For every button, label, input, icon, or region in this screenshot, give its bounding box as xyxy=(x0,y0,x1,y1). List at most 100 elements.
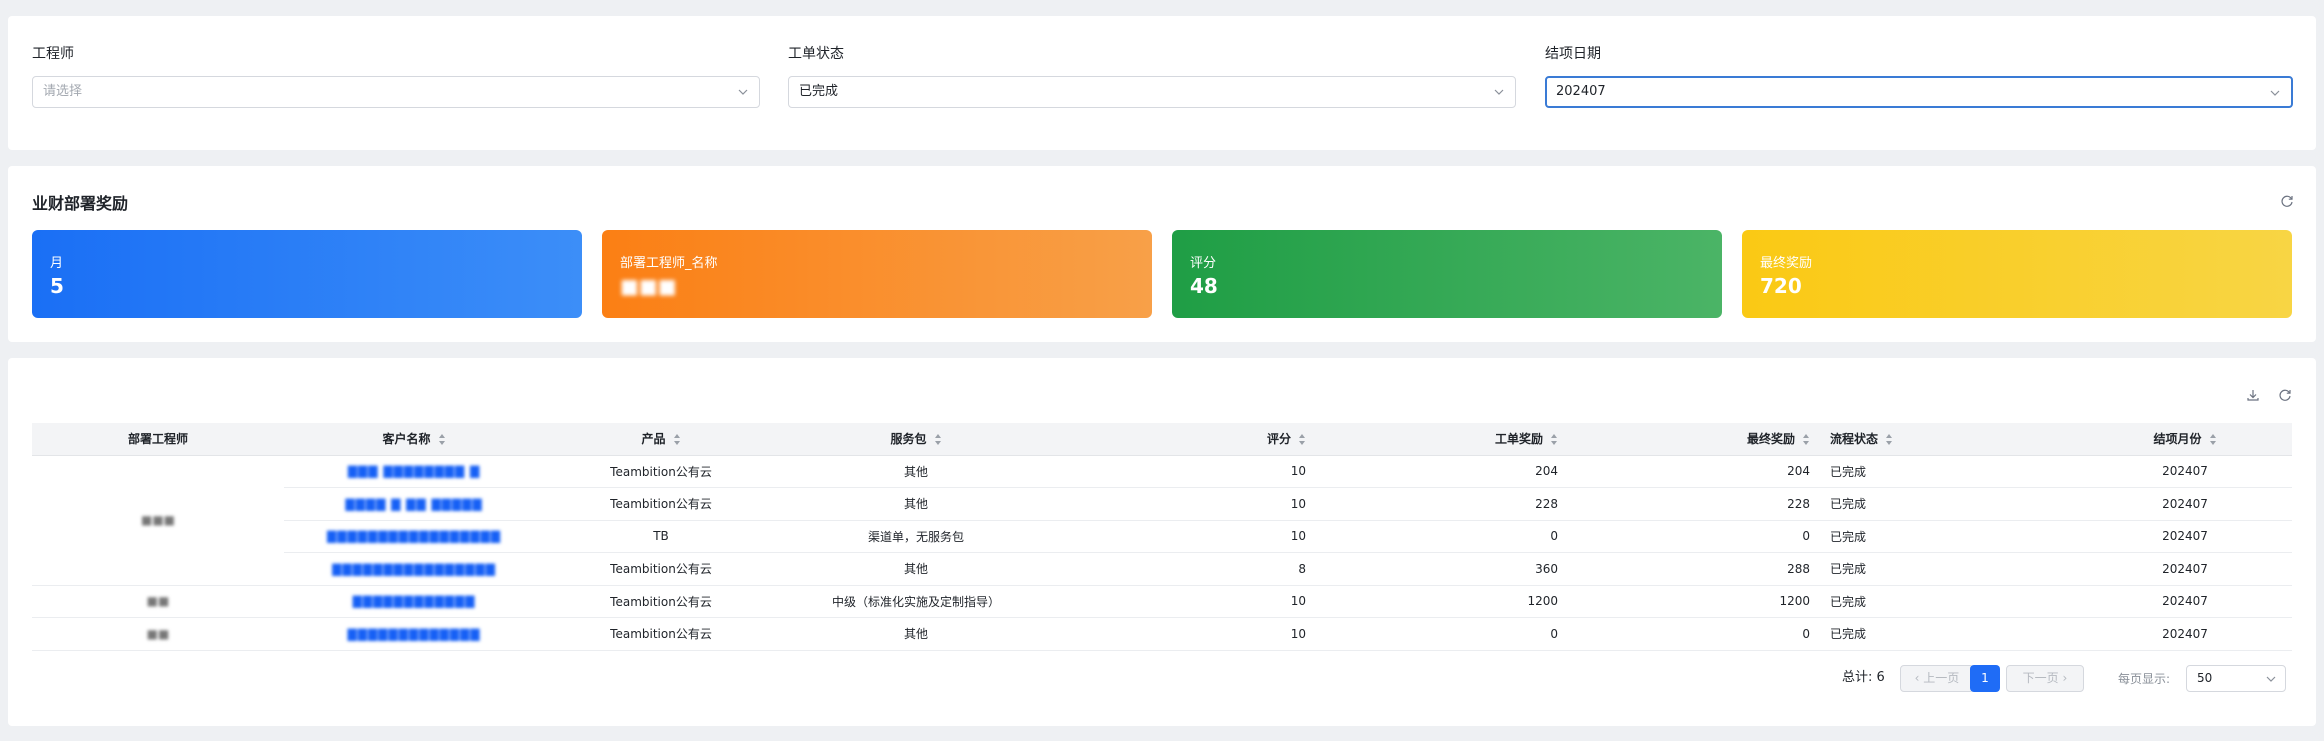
column-header-product[interactable]: 产品 xyxy=(544,423,778,456)
download-icon[interactable] xyxy=(2246,388,2260,402)
chevron-left-icon: ‹ xyxy=(1914,671,1924,685)
final-reward-cell: 0 xyxy=(1574,520,1826,553)
final-reward-cell: 204 xyxy=(1574,455,1826,488)
column-header-package[interactable]: 服务包 xyxy=(778,423,1054,456)
customer-cell[interactable]: ▇▇▇▇▇▇▇▇▇▇▇▇▇ xyxy=(284,617,544,651)
engineer-filter-label: 工程师 xyxy=(32,46,74,62)
kpi-tile-label: 月 xyxy=(50,256,64,271)
kpi-tile-value: 720 xyxy=(1760,274,1802,298)
product-cell: Teambition公有云 xyxy=(544,487,778,521)
column-header-final-reward[interactable]: 最终奖励 xyxy=(1574,423,1826,456)
engineer-cell: ■■ xyxy=(32,617,284,651)
month-cell: 202407 xyxy=(2078,487,2292,521)
date-filter: 结项日期 202407 xyxy=(1545,44,2293,108)
customer-link[interactable]: ▇▇▇▇▇▇▇▇▇▇▇▇▇▇▇▇▇ xyxy=(327,529,501,543)
package-cell: 中级（标准化实施及定制指导） xyxy=(778,585,1054,618)
column-header-label: 客户名称 xyxy=(382,432,431,447)
order-reward-cell: 228 xyxy=(1322,487,1574,521)
data-table: 部署工程师 客户名称 产品 服务包 评分 工单奖励 最终奖励 流程状态 结项月份… xyxy=(32,423,2292,651)
final-reward-cell: 0 xyxy=(1574,617,1826,651)
column-header-month[interactable]: 结项月份 xyxy=(2078,423,2292,456)
engineer-select[interactable]: 请选择 xyxy=(32,76,760,108)
package-cell: 其他 xyxy=(778,487,1054,521)
column-header-label: 结项月份 xyxy=(2153,432,2202,447)
page-size-select[interactable]: 50 xyxy=(2186,665,2286,692)
customer-cell[interactable]: ▇▇▇▇ ▇ ▇▇ ▇▇▇▇▇ xyxy=(284,487,544,521)
column-header-order-reward[interactable]: 工单奖励 xyxy=(1322,423,1574,456)
date-filter-label: 结项日期 xyxy=(1545,46,1601,62)
sort-icon[interactable] xyxy=(2209,434,2217,446)
engineer-filter: 工程师 请选择 xyxy=(32,44,760,108)
sort-icon[interactable] xyxy=(1803,434,1810,446)
customer-link[interactable]: ▇▇▇▇▇▇▇▇▇▇▇▇ xyxy=(353,594,476,608)
order-reward-cell: 360 xyxy=(1322,552,1574,586)
sort-icon[interactable] xyxy=(1551,434,1558,446)
kpi-tile-label: 最终奖励 xyxy=(1760,256,1813,271)
column-header-score[interactable]: 评分 xyxy=(1054,423,1322,456)
score-cell: 10 xyxy=(1054,487,1322,521)
table-row: ▇▇▇▇ ▇ ▇▇ ▇▇▇▇▇ Teambition公有云 其他 10 228 … xyxy=(32,487,2292,521)
customer-cell[interactable]: ▇▇▇▇▇▇▇▇▇▇▇▇▇▇▇▇ xyxy=(284,552,544,586)
column-header-customer[interactable]: 客户名称 xyxy=(284,423,544,456)
status-cell: 已完成 xyxy=(1826,520,2078,553)
pagination-total: 总计: 6 xyxy=(1842,670,1885,685)
status-select-value: 已完成 xyxy=(799,84,839,99)
month-cell: 202407 xyxy=(2078,455,2292,488)
kpi-tile-value: ■■■ xyxy=(620,274,677,298)
kpi-tile-label: 评分 xyxy=(1190,256,1217,271)
status-select[interactable]: 已完成 xyxy=(788,76,1516,108)
table-row: ■■■ ▇▇▇ ▇▇▇▇▇▇▇▇ ▇ Teambition公有云 其他 10 2… xyxy=(32,455,2292,586)
status-filter: 工单状态 已完成 xyxy=(788,44,1516,108)
kpi-panel: 业财部署奖励 月 5 部署工程师_名称 ■■■ 评分 48 最终奖励 720 xyxy=(8,166,2316,342)
month-cell: 202407 xyxy=(2078,617,2292,651)
score-cell: 10 xyxy=(1054,617,1322,651)
customer-cell[interactable]: ▇▇▇▇▇▇▇▇▇▇▇▇ xyxy=(284,585,544,618)
filter-panel: 工程师 请选择 工单状态 已完成 结项日期 202407 xyxy=(8,16,2316,150)
sort-icon[interactable] xyxy=(1886,434,1893,446)
final-reward-cell: 1200 xyxy=(1574,585,1826,618)
column-header-label: 产品 xyxy=(641,432,666,447)
status-cell: 已完成 xyxy=(1826,487,2078,521)
score-cell: 10 xyxy=(1054,520,1322,553)
date-select-value: 202407 xyxy=(1556,84,1606,99)
sort-icon[interactable] xyxy=(934,434,942,446)
column-header-status[interactable]: 流程状态 xyxy=(1826,423,2078,456)
engineer-name: ■■■ xyxy=(140,513,175,527)
refresh-icon[interactable] xyxy=(2280,194,2294,208)
package-cell: 其他 xyxy=(778,552,1054,586)
score-cell: 10 xyxy=(1054,585,1322,618)
refresh-icon[interactable] xyxy=(2278,388,2292,402)
prev-page-button[interactable]: ‹ 上一页 xyxy=(1900,665,1974,692)
next-page-label: 下一页 xyxy=(2022,671,2059,685)
customer-cell[interactable]: ▇▇▇▇▇▇▇▇▇▇▇▇▇▇▇▇▇ xyxy=(284,520,544,553)
chevron-down-icon xyxy=(2270,90,2280,96)
customer-cell[interactable]: ▇▇▇ ▇▇▇▇▇▇▇▇ ▇ xyxy=(284,455,544,488)
package-cell: 其他 xyxy=(778,455,1054,488)
sort-icon[interactable] xyxy=(438,434,446,446)
customer-link[interactable]: ▇▇▇▇▇▇▇▇▇▇▇▇▇ xyxy=(348,627,481,641)
status-cell: 已完成 xyxy=(1826,455,2078,488)
next-page-button[interactable]: 下一页 › xyxy=(2006,665,2084,692)
page-number-button[interactable]: 1 xyxy=(1970,665,2000,692)
sort-icon[interactable] xyxy=(1299,434,1306,446)
kpi-tile-score: 评分 48 xyxy=(1172,230,1722,318)
order-reward-cell: 0 xyxy=(1322,520,1574,553)
sort-icon[interactable] xyxy=(673,434,681,446)
package-cell: 其他 xyxy=(778,617,1054,651)
product-cell: Teambition公有云 xyxy=(544,455,778,488)
customer-link[interactable]: ▇▇▇▇ ▇ ▇▇ ▇▇▇▇▇ xyxy=(345,497,482,511)
column-header-engineer: 部署工程师 xyxy=(32,423,284,456)
kpi-tile-final-reward: 最终奖励 720 xyxy=(1742,230,2292,318)
customer-link[interactable]: ▇▇▇ ▇▇▇▇▇▇▇▇ ▇ xyxy=(348,464,480,478)
order-reward-cell: 1200 xyxy=(1322,585,1574,618)
table-row: ▇▇▇▇▇▇▇▇▇▇▇▇▇▇▇▇ Teambition公有云 其他 8 360 … xyxy=(32,552,2292,586)
status-filter-label: 工单状态 xyxy=(788,46,844,62)
customer-link[interactable]: ▇▇▇▇▇▇▇▇▇▇▇▇▇▇▇▇ xyxy=(332,562,496,576)
page-size-label: 每页显示: xyxy=(2118,672,2171,686)
product-cell: TB xyxy=(544,520,778,553)
package-cell: 渠道单，无服务包 xyxy=(778,520,1054,553)
page-size-value: 50 xyxy=(2197,671,2213,685)
column-header-label: 最终奖励 xyxy=(1746,432,1795,447)
month-cell: 202407 xyxy=(2078,585,2292,618)
date-select[interactable]: 202407 xyxy=(1545,76,2293,108)
